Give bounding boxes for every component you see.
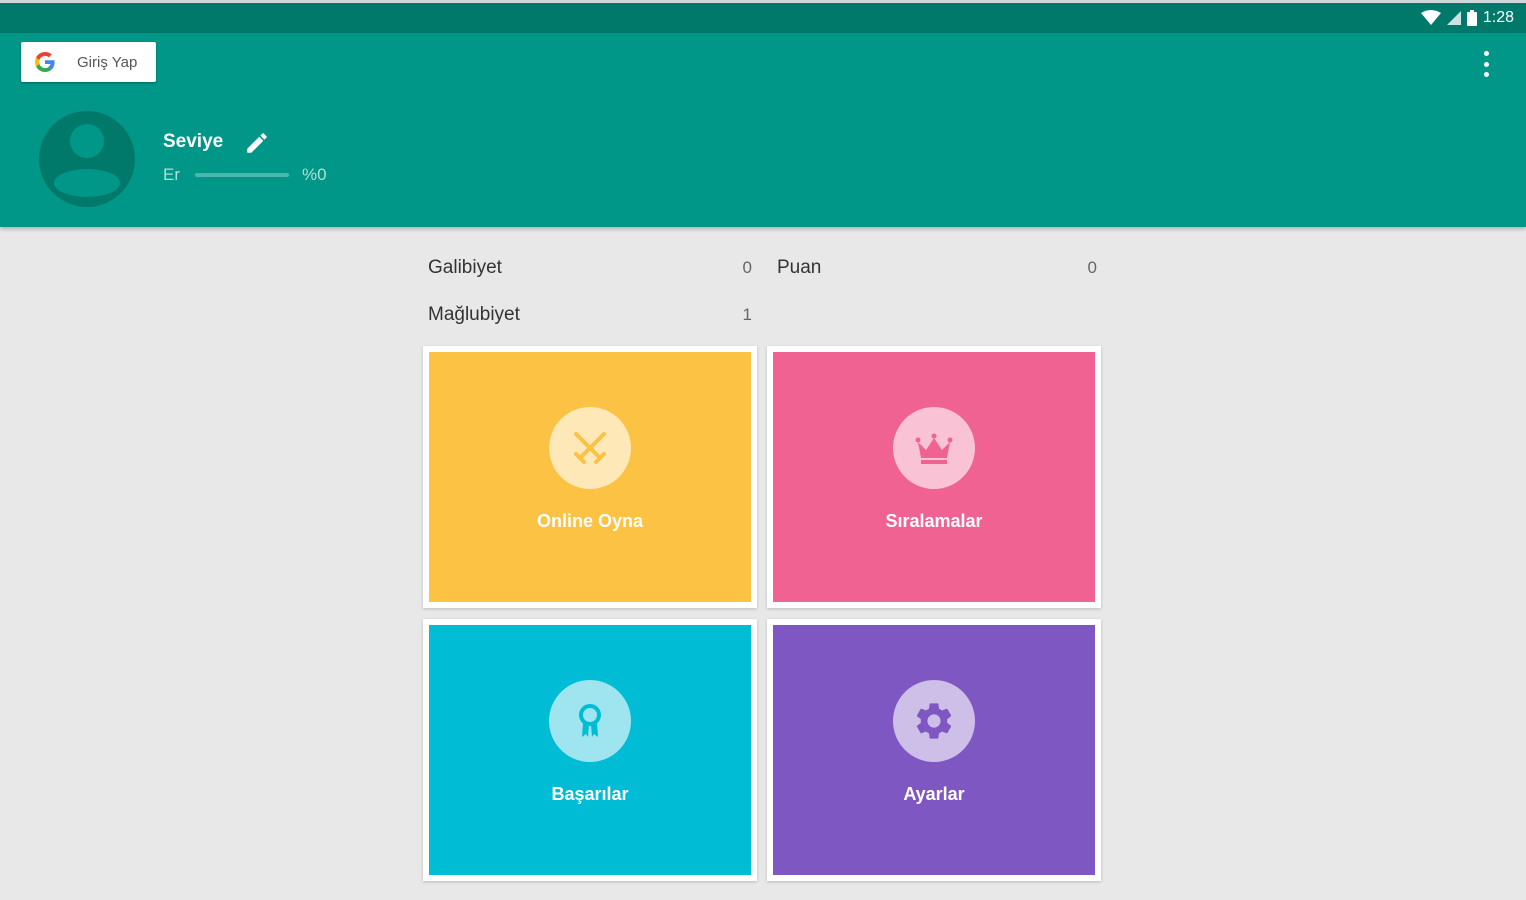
stat-points-label: Puan [777,257,822,278]
crown-icon [915,433,953,464]
tile-online-play[interactable]: Online Oyna [423,346,757,608]
stat-losses: Mağlubiyet 1 [428,302,752,328]
tile-settings[interactable]: Ayarlar [767,619,1101,881]
tile-label: Sıralamalar [885,511,983,531]
award-icon [579,704,601,737]
google-signin-button[interactable]: Giriş Yap [21,42,156,82]
status-time: 1:28 [1482,9,1514,26]
stats-panel: Galibiyet 0 Puan 0 Mağlubiyet 1 [428,255,1100,335]
edit-icon[interactable] [244,130,270,156]
app-header: Giriş Yap Seviye Er %0 [0,33,1526,227]
level-progress-bar [195,173,289,177]
tile-label: Online Oyna [536,511,644,531]
wifi-icon [1420,10,1441,25]
status-icons: 1:28 [1420,9,1514,27]
overflow-menu-icon[interactable] [1476,51,1496,77]
person-icon [54,124,120,197]
tile-icon-circle [549,407,631,489]
signal-icon [1446,11,1461,25]
rank-label: Er [163,165,180,184]
tile-icon-circle [893,680,975,762]
tile-label: Ayarlar [903,784,965,804]
signin-label: Giriş Yap [77,53,138,71]
stat-wins-value: 0 [742,258,752,277]
stat-points-value: 0 [1087,258,1097,277]
tile-body: Sıralamalar [773,352,1095,602]
level-title: Seviye [163,131,224,152]
tile-body: Ayarlar [773,625,1095,875]
tile-label: Başarılar [551,784,629,804]
tile-achievements[interactable]: Başarılar [423,619,757,881]
stat-losses-label: Mağlubiyet [428,304,520,325]
tile-icon-circle [893,407,975,489]
level-progress-label: %0 [302,165,327,184]
tile-body: Online Oyna [429,352,751,602]
google-icon [35,52,55,72]
tile-leaderboards[interactable]: Sıralamalar [767,346,1101,608]
swords-icon [574,432,606,464]
stat-points: Puan 0 [777,255,1097,281]
stat-losses-value: 1 [742,305,752,324]
gear-icon [916,703,952,739]
battery-icon [1466,10,1477,26]
tile-body: Başarılar [429,625,751,875]
tile-icon-circle [549,680,631,762]
stat-wins: Galibiyet 0 [428,255,752,281]
stat-wins-label: Galibiyet [428,257,502,278]
avatar[interactable] [39,111,135,207]
status-bar: 1:28 [0,0,1526,33]
